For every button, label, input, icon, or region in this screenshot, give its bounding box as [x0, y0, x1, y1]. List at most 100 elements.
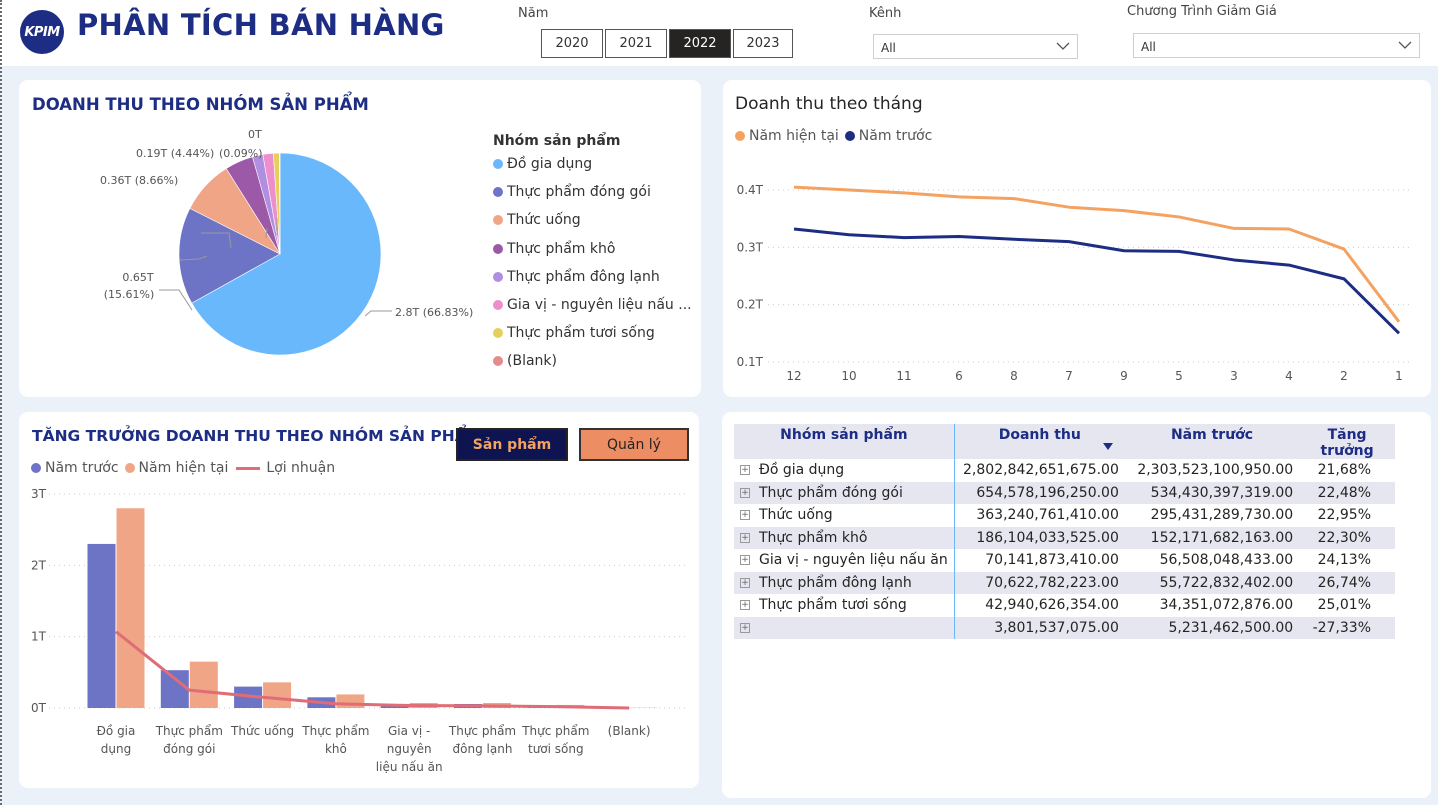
legend-marker [493, 271, 503, 282]
legend-marker [493, 187, 503, 198]
chevron-down-icon [1398, 41, 1412, 49]
pie-legend-item[interactable]: Thực phẩm tươi sống [493, 325, 655, 341]
legend-marker [493, 300, 503, 310]
pie-legend-label: Đồ gia dụng [507, 156, 593, 172]
pie-legend-label: Thức uống [507, 212, 581, 229]
previous-year-cell: 34,351,072,876.00 [1159, 597, 1294, 614]
category-cell: + [734, 616, 955, 639]
page-edge [0, 0, 3, 805]
column-header-category[interactable]: Nhóm sản phẩm [734, 424, 955, 459]
table-row[interactable]: + Thực phẩm đông lạnh 70,622,782,223.00 55,… [734, 571, 1395, 594]
year-filter-label: Năm [518, 6, 549, 21]
expand-icon[interactable]: + [740, 532, 750, 543]
pie-label-thuc-pham-dong-goi: 0.65T [122, 271, 153, 284]
revenue-cell: 70,622,782,223.00 [954, 571, 1125, 594]
pie-label-thuc-pham-kho: 0.19T (4.44%) [136, 147, 214, 160]
column-header-growth[interactable]: Tăng trưởng [1299, 424, 1395, 459]
expand-icon[interactable]: + [740, 487, 750, 498]
legend-marker [493, 159, 503, 169]
x-tick-label: Thực phẩm [301, 724, 369, 738]
x-tick-label: Thực phẩm [521, 724, 589, 738]
column-header-revenue[interactable]: Doanh thu [954, 424, 1125, 459]
table-row[interactable]: +3,801,537,075.00 5,231,462,500.00 -27,33% [734, 616, 1395, 639]
expand-icon[interactable]: + [740, 510, 750, 521]
line-chart[interactable]: 0.1T 0.2T 0.3T 0.4T 12 10 11 6 8 7 9 5 3 4 2 1 [723, 80, 1431, 397]
pie-legend-item[interactable]: Thực phẩm đông lạnh [493, 269, 660, 285]
category-cell: + Đồ gia dụng [734, 459, 955, 482]
previous-year-cell: 152,171,682,163.00 [1124, 526, 1300, 549]
y-tick-label: 0.2T [737, 298, 764, 312]
pie-label-blank-pct: (0.09%) [219, 147, 263, 160]
bar-previous-year[interactable] [160, 670, 189, 708]
series-line-current[interactable] [793, 185, 1401, 323]
table-row[interactable]: + Thức uống 363,240,761,410.00 295,431,289,… [734, 504, 1395, 527]
category-label: Thức uống [759, 507, 833, 524]
year-button-2020[interactable]: 2020 [541, 29, 603, 58]
revenue-cell: 42,940,626,354.00 [985, 597, 1119, 614]
bar-previous-year[interactable] [87, 543, 116, 708]
year-button-2023[interactable]: 2023 [733, 29, 793, 58]
channel-dropdown[interactable]: All [873, 34, 1078, 59]
expand-icon[interactable]: + [740, 577, 750, 588]
pie-legend-item[interactable]: Thức uống [493, 212, 581, 228]
category-label: Thực phẩm tươi sống [759, 597, 907, 614]
pie-legend-label: Thực phẩm tươi sống [507, 325, 655, 342]
bar-current-year[interactable] [336, 694, 365, 708]
pie-label-do-gia-dung: 2.8T (66.83%) [395, 306, 473, 319]
expand-icon[interactable]: + [740, 600, 750, 611]
revenue-matrix-table: Nhóm sản phẩm Doanh thu Năm trước Tăng t… [734, 424, 1395, 639]
expand-icon[interactable]: + [740, 555, 750, 566]
x-tick-label: Gia vị - [388, 724, 430, 738]
pie-legend-item[interactable]: Thực phẩm đóng gói [493, 184, 651, 200]
x-tick-label: 2 [1340, 369, 1348, 383]
revenue-cell: 70,141,873,410.00 [985, 552, 1119, 569]
sort-desc-icon[interactable] [1102, 443, 1113, 450]
bar-current-year[interactable] [189, 661, 218, 708]
previous-year-cell: 55,722,832,402.00 [1124, 571, 1300, 594]
growth-cell: 26,74% [1299, 571, 1395, 594]
pie-legend-item[interactable]: Thực phẩm khô [493, 241, 615, 257]
chevron-down-icon [1056, 42, 1070, 50]
table-row[interactable]: + Thực phẩm tươi sống 42,940,626,354.00 34,… [734, 594, 1395, 617]
x-tick-label: tươi sống [528, 742, 584, 756]
channel-filter-label: Kênh [869, 6, 902, 21]
category-cell: + Thực phẩm khô [734, 526, 955, 549]
expand-icon[interactable]: + [740, 622, 750, 633]
pie-legend-label: (Blank) [507, 353, 557, 370]
x-tick-label: 3 [1230, 369, 1238, 383]
growth-cell: 22,48% [1299, 481, 1395, 504]
category-cell: + Thực phẩm đóng gói [734, 481, 955, 504]
pie-legend-item[interactable]: Gia vị - nguyên liệu nấu ... [493, 297, 692, 313]
year-button-2021[interactable]: 2021 [605, 29, 667, 58]
pie-legend-title: Nhóm sản phẩm [493, 133, 621, 149]
bar-current-year[interactable] [263, 682, 292, 708]
expand-icon[interactable]: + [740, 465, 750, 476]
bar-chart[interactable]: 0T 1T 2T 3T Đồ gia dụng Thực phẩm đóng gói Thức … [19, 412, 699, 788]
table-row[interactable]: + Thực phẩm đóng gói 654,578,196,250.00 534… [734, 481, 1395, 504]
series-line-previous[interactable] [793, 227, 1401, 335]
table-row[interactable]: + Gia vị - nguyên liệu nấu ăn 70,141,873,4… [734, 549, 1395, 572]
bar-current-year[interactable] [116, 508, 145, 708]
legend-marker [493, 356, 503, 367]
revenue-cell: 186,104,033,525.00 [954, 526, 1125, 549]
y-tick-label: 2T [31, 558, 47, 572]
pie-chart[interactable]: 2.8T (66.83%) 0.65T (15.61%) 0.36T (8.66%) 0… [19, 80, 489, 397]
x-tick-label: 7 [1065, 369, 1073, 383]
pie-label-zero: 0T [248, 128, 262, 141]
pie-legend-item[interactable]: Đồ gia dụng [493, 156, 592, 172]
table-row[interactable]: + Đồ gia dụng 2,802,842,651,675.00 2,303,52… [734, 459, 1395, 482]
table-row[interactable]: + Thực phẩm khô 186,104,033,525.00 152,171,… [734, 526, 1395, 549]
x-tick-label: 5 [1175, 369, 1183, 383]
discount-dropdown[interactable]: All [1133, 33, 1420, 58]
pie-leader-line [364, 310, 392, 317]
x-tick-label: (Blank) [608, 724, 651, 738]
column-header-previous[interactable]: Năm trước [1124, 424, 1300, 459]
pie-legend-label: Thực phẩm đóng gói [507, 184, 651, 201]
growth-cell: 21,68% [1317, 462, 1371, 479]
year-button-2022[interactable]: 2022 [669, 29, 731, 58]
pie-legend-item[interactable]: (Blank) [493, 353, 557, 369]
legend-marker [493, 328, 503, 339]
previous-year-cell: 534,430,397,319.00 [1124, 481, 1300, 504]
dashboard: KPIM PHÂN TÍCH BÁN HÀNG Năm 2020 2021 20… [0, 0, 1438, 805]
x-tick-label: khô [325, 742, 347, 756]
